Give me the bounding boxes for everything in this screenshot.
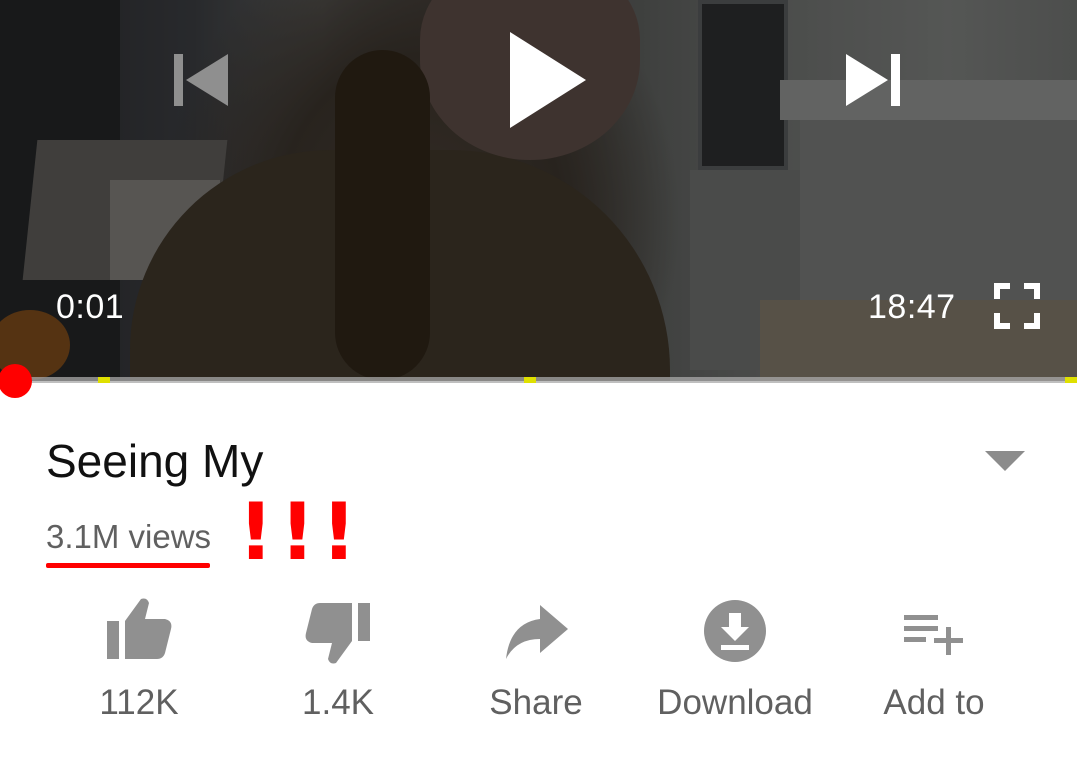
fullscreen-icon: [994, 283, 1040, 329]
download-icon: [704, 600, 766, 662]
play-icon: [510, 32, 586, 128]
download-button[interactable]: Download: [635, 595, 835, 735]
ad-marker: [524, 377, 536, 383]
like-count: 112K: [99, 683, 179, 722]
like-button[interactable]: 112K: [39, 595, 239, 735]
video-duration: 18:47: [868, 288, 956, 326]
video-player[interactable]: 0:01 18:47: [0, 0, 1077, 381]
expand-description-button[interactable]: [984, 450, 1026, 472]
view-count-underline-annotation: [46, 563, 210, 568]
ad-marker: [1065, 377, 1077, 383]
dislike-count: 1.4K: [302, 683, 374, 722]
add-to-label: Add to: [883, 683, 985, 722]
progress-scrubber-handle[interactable]: [0, 364, 32, 398]
thumbs-up-icon: [107, 598, 172, 659]
download-label: Download: [657, 683, 813, 722]
exclamation-annotation: !!!: [238, 488, 363, 578]
chevron-down-icon: [985, 451, 1025, 471]
previous-video-button[interactable]: [172, 52, 230, 108]
share-label: Share: [489, 683, 583, 722]
share-icon: [506, 605, 568, 659]
share-button[interactable]: Share: [436, 595, 636, 735]
play-button[interactable]: [506, 30, 588, 130]
current-time: 0:01: [56, 288, 125, 326]
next-video-button[interactable]: [844, 52, 902, 108]
skip-next-icon: [846, 54, 900, 106]
video-title: Seeing My: [46, 435, 264, 487]
fullscreen-button[interactable]: [994, 283, 1040, 329]
thumbs-down-icon: [305, 603, 370, 664]
progress-bar[interactable]: [0, 377, 1077, 383]
ad-marker: [98, 377, 110, 383]
add-to-playlist-icon: [904, 615, 963, 655]
add-to-playlist-button[interactable]: Add to: [834, 595, 1034, 735]
skip-previous-icon: [174, 54, 228, 106]
view-count: 3.1M views: [46, 518, 212, 555]
dislike-button[interactable]: 1.4K: [238, 595, 438, 735]
